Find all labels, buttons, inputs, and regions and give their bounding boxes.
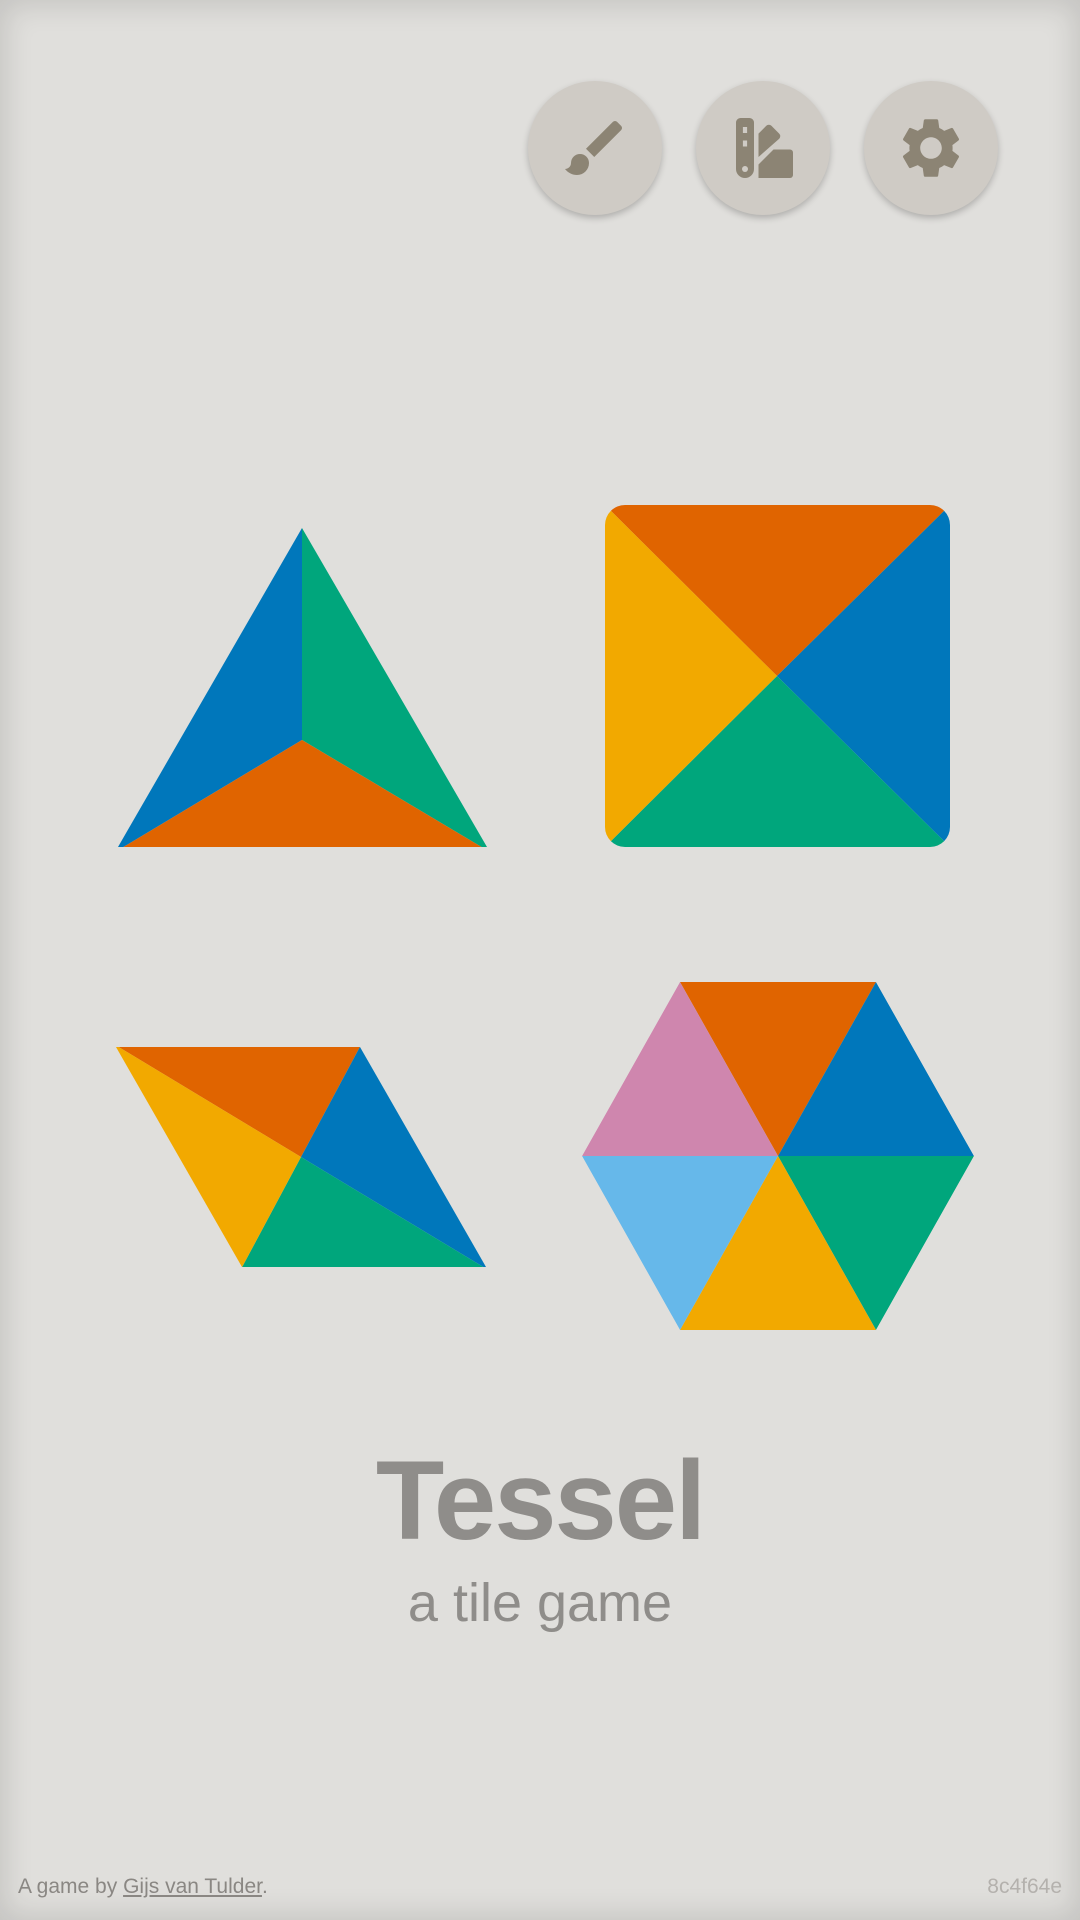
credit-prefix: A game by (18, 1875, 124, 1898)
credit-suffix: . (261, 1875, 268, 1898)
square-tile[interactable] (605, 505, 950, 847)
author-link[interactable]: Gijs van Tulder (123, 1875, 262, 1898)
game-title: Tessel (375, 1438, 706, 1563)
palette-swatch-icon (736, 118, 793, 178)
paint-button[interactable] (528, 81, 662, 215)
hexagon-tile[interactable] (580, 980, 976, 1332)
settings-button[interactable] (864, 81, 998, 215)
version-label: 8c4f64e (987, 1875, 1062, 1898)
triangle-tile[interactable] (110, 520, 495, 855)
footer-credit: A game by Gijs van Tulder. (18, 1875, 268, 1899)
toolbar (528, 81, 1000, 215)
paintbrush-icon (565, 120, 623, 175)
gear-icon (902, 119, 960, 177)
game-subtitle: a tile game (407, 1573, 673, 1633)
palette-button[interactable] (696, 81, 830, 215)
rhombus-tile[interactable] (112, 1043, 490, 1271)
